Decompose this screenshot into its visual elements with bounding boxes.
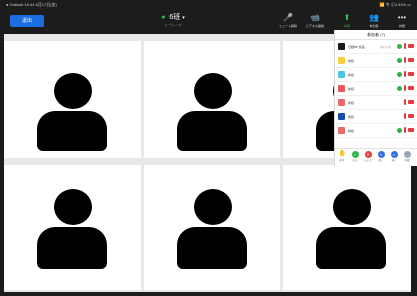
participant-row[interactable]: 新様	[335, 110, 417, 124]
avatar-placeholder-icon	[333, 189, 371, 225]
avatar	[338, 85, 345, 92]
participant-role: (ホスト)	[380, 45, 391, 49]
zoom-meeting-screen: ● Outlook 16:44 6月17日(金) 📶 令 Ⓒ4 81% ▭ 退出…	[0, 0, 417, 296]
participants-panel: 参加者 (7) 日経BP 民宮... (ホスト) 新様 新様 新様 新様 新様 新様 ✋ 挙手…	[334, 30, 417, 166]
avatar-placeholder-icon	[54, 73, 92, 109]
chevron-down-icon: ▾	[182, 15, 185, 21]
mic-muted-icon	[404, 99, 406, 105]
video-on-icon	[397, 86, 402, 91]
avatar-placeholder-icon	[194, 73, 232, 109]
video-tile[interactable]	[4, 165, 141, 290]
yes-button[interactable]: ✓ はい	[350, 151, 360, 165]
video-on-icon	[397, 72, 402, 77]
participant-name: 新様	[348, 73, 355, 77]
mic-muted-icon	[404, 85, 406, 91]
slower-button[interactable]: « 遅く	[376, 151, 386, 165]
shield-icon: ●	[161, 14, 166, 21]
video-tile[interactable]	[144, 41, 280, 158]
status-left: ● Outlook 16:44 6月17日(金)	[6, 2, 57, 7]
avatar	[338, 127, 345, 134]
meeting-name: 6班	[169, 14, 181, 21]
participant-name: 新様	[348, 101, 355, 105]
raise-hand-button[interactable]: ✋ 挙手	[337, 151, 347, 165]
more-reactions-button[interactable]: … 詳細	[402, 151, 412, 165]
participant-name: 新様	[348, 59, 355, 63]
video-off-icon	[408, 58, 414, 62]
avatar	[338, 43, 345, 50]
meeting-title[interactable]: ● 6班 ▾ ミーティング	[143, 13, 203, 33]
video-on-icon	[397, 44, 402, 49]
participant-name: 新様	[348, 87, 355, 91]
avatar	[338, 57, 345, 64]
yes-icon: ✓	[351, 151, 359, 158]
no-button[interactable]: ✕ いいえ	[363, 151, 373, 165]
participant-row[interactable]: 新様	[335, 124, 417, 138]
share-icon: ⬆	[343, 13, 351, 22]
video-off-icon	[408, 86, 414, 90]
participants-icon: 👥	[369, 13, 379, 22]
mic-muted-icon	[404, 71, 406, 77]
status-right: 📶 令 Ⓒ4 81% ▭	[379, 2, 411, 7]
more-reactions-icon: …	[403, 151, 411, 158]
participants-panel-title: 参加者 (7)	[335, 30, 417, 40]
participant-row[interactable]: 新様	[335, 68, 417, 82]
video-off-icon: 📹	[310, 13, 320, 22]
more-icon: •••	[397, 13, 407, 22]
status-bar: ● Outlook 16:44 6月17日(金) 📶 令 Ⓒ4 81% ▭	[0, 0, 417, 10]
meeting-subtitle: ミーティング	[164, 23, 182, 27]
avatar	[338, 99, 345, 106]
participant-name: 新様	[348, 115, 355, 119]
avatar	[338, 113, 345, 120]
unmute-button[interactable]: 🎤 ミュート解除	[277, 12, 299, 34]
participant-name: 新様	[348, 129, 355, 133]
start-video-button[interactable]: 📹 ビデオの開始	[303, 12, 327, 34]
mic-muted-icon	[404, 43, 406, 49]
video-off-icon	[408, 114, 414, 118]
video-on-icon	[397, 58, 402, 63]
video-tile[interactable]	[4, 41, 141, 158]
video-on-icon	[397, 128, 402, 133]
participant-name: 日経BP 民宮...	[348, 45, 368, 49]
faster-button[interactable]: » 速く	[389, 151, 399, 165]
video-tile[interactable]	[283, 165, 411, 290]
video-off-icon	[408, 72, 414, 76]
mic-muted-icon	[404, 113, 406, 119]
mic-muted-icon: 🎤	[283, 13, 293, 22]
participant-row[interactable]: 新様	[335, 96, 417, 110]
avatar-placeholder-icon	[194, 189, 232, 225]
participant-row[interactable]: 新様	[335, 82, 417, 96]
video-tile[interactable]	[144, 165, 280, 290]
mic-muted-icon	[404, 57, 406, 63]
mic-muted-icon	[404, 127, 406, 133]
participant-row[interactable]: 日経BP 民宮... (ホスト)	[335, 40, 417, 54]
leave-button[interactable]: 退出	[10, 15, 44, 27]
slower-icon: «	[377, 151, 385, 158]
raise-hand-icon: ✋	[338, 151, 346, 158]
video-off-icon	[408, 100, 414, 104]
video-off-icon	[408, 44, 414, 48]
no-icon: ✕	[364, 151, 372, 158]
participant-row[interactable]: 新様	[335, 54, 417, 68]
video-off-icon	[408, 128, 414, 132]
reactions-bar: ✋ 挙手 ✓ はい ✕ いいえ « 遅く » 速く … 詳細	[335, 148, 417, 166]
avatar-placeholder-icon	[54, 189, 92, 225]
avatar	[338, 71, 345, 78]
faster-icon: »	[390, 151, 398, 158]
